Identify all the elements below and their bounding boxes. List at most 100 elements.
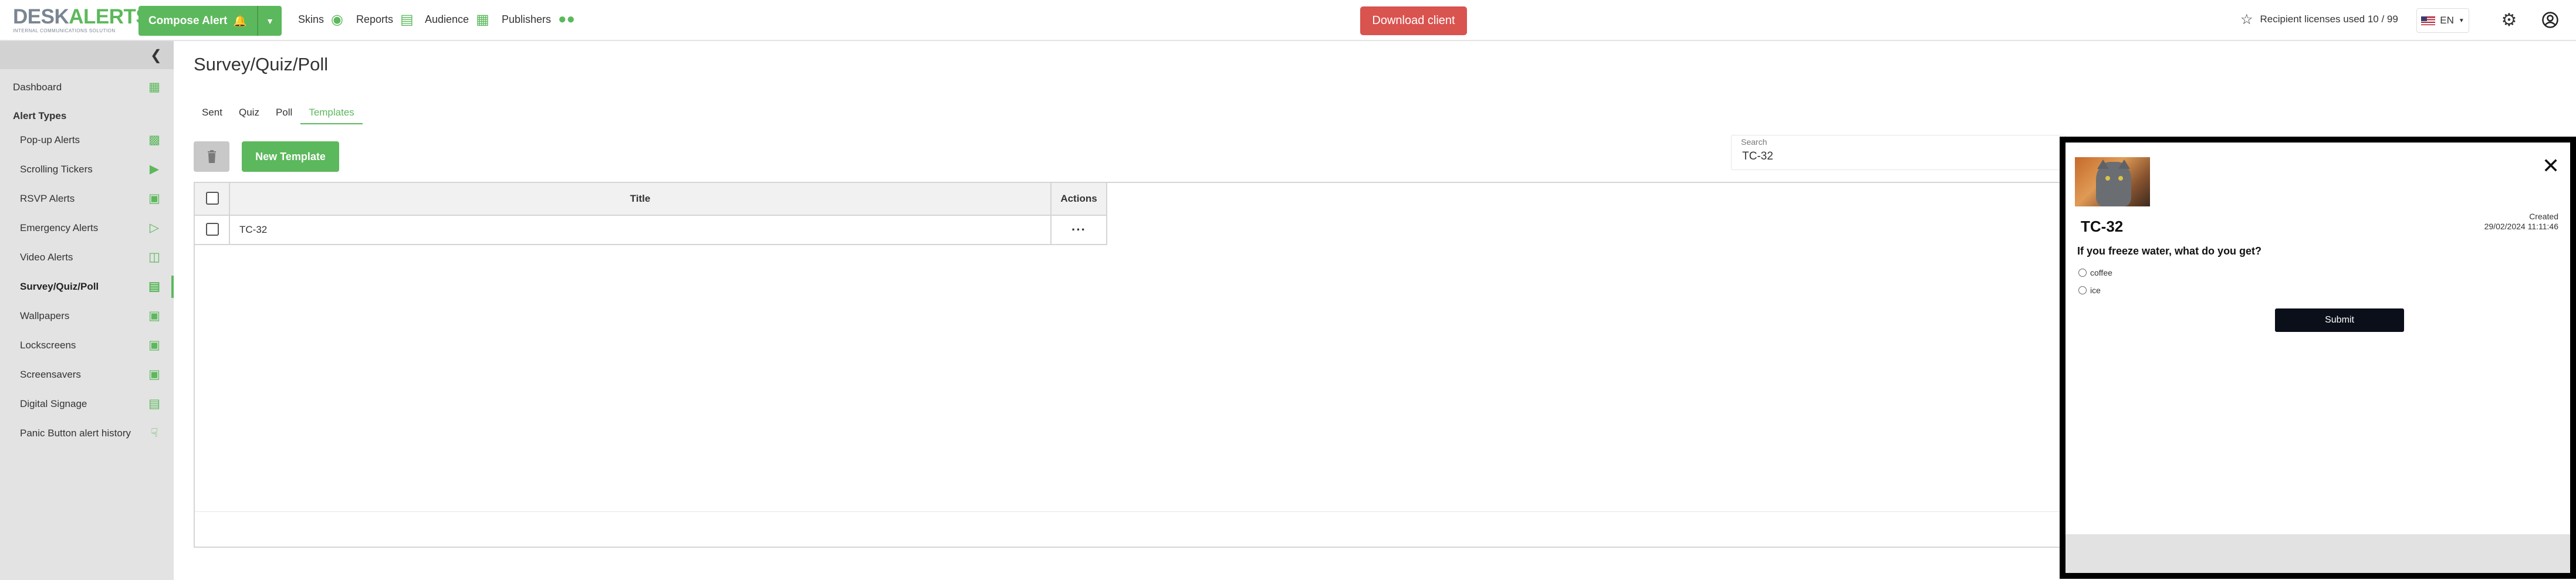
created-date: 29/02/2024 11:11:46 (2484, 222, 2558, 231)
option-ice[interactable]: ice (2078, 286, 2101, 295)
trash-icon (207, 150, 216, 163)
preview-title: TC-32 (2081, 218, 2124, 235)
sidebar-item-video-alerts[interactable]: Video Alerts ◫ (0, 243, 174, 272)
nav-skins-label: Skins (298, 13, 324, 25)
compose-alert-label: Compose Alert (148, 14, 228, 27)
sidebar-item-label: Digital Signage (20, 398, 87, 409)
download-client-button[interactable]: Download client (1360, 6, 1467, 35)
row-actions-menu[interactable]: ··· (1052, 216, 1107, 244)
logo-word-alerts: ALERTS (69, 5, 150, 28)
row-title[interactable]: TC-32 (230, 216, 1052, 244)
sidebar-item-label: Dashboard (13, 82, 62, 93)
tab-sent[interactable]: Sent (194, 103, 231, 124)
compose-alert-button[interactable]: Compose Alert 🔔 ▼ (138, 6, 282, 36)
nav-skins[interactable]: Skins ◉ (298, 0, 343, 39)
row-checkbox[interactable] (206, 223, 219, 236)
row-checkbox-cell (195, 216, 230, 244)
wallpaper-icon: ▣ (148, 309, 160, 323)
sidebar-item-panic-button-history[interactable]: Panic Button alert history ☟ (0, 419, 174, 448)
search-label: Search (1741, 137, 1767, 147)
gear-icon[interactable]: ⚙ (2499, 9, 2520, 30)
nav-audience[interactable]: Audience ▦ (425, 0, 489, 39)
sidebar-item-rsvp-alerts[interactable]: RSVP Alerts ▣ (0, 184, 174, 213)
sidebar-item-label: Scrolling Tickers (20, 164, 93, 175)
submit-label: Submit (2325, 315, 2354, 325)
ticker-icon: ▶ (149, 162, 160, 176)
chevron-down-icon: ▼ (2458, 17, 2465, 24)
radio-button[interactable] (2078, 269, 2087, 277)
people-icon: ●● (558, 11, 576, 27)
table-header: Title Actions (195, 183, 1107, 216)
more-dots-icon: ··· (1071, 222, 1086, 237)
compose-alert-main[interactable]: Compose Alert 🔔 (138, 6, 257, 36)
us-flag-icon (2421, 16, 2436, 25)
compose-dropdown-toggle[interactable]: ▼ (257, 6, 282, 36)
language-select[interactable]: EN ▼ (2416, 8, 2469, 33)
touch-icon: ☟ (150, 426, 158, 440)
header-checkbox-cell (195, 183, 230, 215)
logo[interactable]: DESKALERTS INTERNAL COMMUNICATIONS SOLUT… (13, 5, 150, 33)
sidebar-item-label: Video Alerts (20, 252, 73, 263)
search-input[interactable] (1741, 150, 2034, 164)
alert-preview-window: ✕ TC-32 Created 29/02/2024 11:11:46 If y… (2060, 137, 2576, 579)
sidebar-item-popup-alerts[interactable]: Pop-up Alerts ▩ (0, 126, 174, 155)
dashboard-icon: ▦ (148, 80, 160, 94)
sidebar-item-label: Panic Button alert history (20, 428, 131, 439)
sidebar-item-screensavers[interactable]: Screensavers ▣ (0, 360, 174, 389)
submit-button[interactable]: Submit (2275, 308, 2404, 332)
nav-reports[interactable]: Reports ▤ (356, 0, 414, 39)
nav-publishers-label: Publishers (502, 13, 552, 25)
sidebar-item-survey-quiz-poll[interactable]: Survey/Quiz/Poll ▤ (0, 272, 174, 301)
radio-button[interactable] (2078, 286, 2087, 294)
tab-poll[interactable]: Poll (268, 103, 300, 124)
new-template-button[interactable]: New Template (242, 141, 339, 172)
recipient-licenses: ☆ Recipient licenses used 10 / 99 (2240, 0, 2398, 39)
sidebar-item-label: RSVP Alerts (20, 193, 75, 204)
chevron-down-icon: ▼ (266, 16, 274, 26)
search-field[interactable]: Search (1731, 135, 2065, 170)
sidebar-section-alert-types: Alert Types (13, 110, 67, 121)
sidebar-item-digital-signage[interactable]: Digital Signage ▤ (0, 389, 174, 419)
sidebar-item-emergency-alerts[interactable]: Emergency Alerts ▷ (0, 213, 174, 243)
licenses-text: Recipient licenses used 10 / 99 (2260, 13, 2398, 25)
sidebar-item-label: Pop-up Alerts (20, 134, 80, 145)
sidebar-collapse-bar[interactable]: ❮ (0, 41, 174, 69)
survey-question: If you freeze water, what do you get? (2077, 245, 2262, 257)
sidebar-item-dashboard[interactable]: Dashboard ▦ (0, 73, 174, 102)
sidebar-item-label: Emergency Alerts (20, 222, 99, 233)
logo-tagline: INTERNAL COMMUNICATIONS SOLUTION (13, 28, 116, 33)
column-header-actions: Actions (1052, 183, 1107, 215)
sidebar-item-scrolling-tickers[interactable]: Scrolling Tickers ▶ (0, 155, 174, 184)
column-header-title[interactable]: Title (230, 183, 1052, 215)
templates-table: Title Actions TC-32 ··· (194, 182, 2065, 548)
chevron-left-icon[interactable]: ❮ (150, 47, 162, 64)
table-row[interactable]: TC-32 ··· (195, 216, 1107, 245)
sidebar-item-label: Screensavers (20, 369, 81, 380)
signage-icon: ▤ (148, 397, 160, 411)
page-title: Survey/Quiz/Poll (194, 54, 329, 74)
delete-button[interactable] (194, 141, 229, 172)
user-account-icon[interactable] (2540, 9, 2561, 30)
logo-word-desk: DESK (13, 5, 69, 28)
close-icon[interactable]: ✕ (2542, 155, 2560, 177)
sidebar-item-wallpapers[interactable]: Wallpapers ▣ (0, 301, 174, 331)
sidebar-item-label: Survey/Quiz/Poll (20, 281, 99, 292)
table-footer-divider (195, 511, 2064, 512)
star-icon: ☆ (2240, 11, 2253, 28)
preview-footer (2065, 534, 2570, 573)
tab-templates[interactable]: Templates (300, 103, 363, 124)
select-all-checkbox[interactable] (206, 192, 219, 205)
sidebar: ❮ Dashboard ▦ Alert Types Pop-up Alerts … (0, 41, 174, 580)
video-camera-icon: ◫ (148, 250, 160, 264)
option-label: coffee (2090, 268, 2112, 277)
option-coffee[interactable]: coffee (2078, 268, 2112, 277)
megaphone-icon: ▷ (149, 221, 160, 235)
sidebar-item-label: Lockscreens (20, 340, 76, 351)
screensaver-icon: ▣ (148, 368, 160, 381)
nav-audience-label: Audience (425, 13, 469, 25)
survey-icon: ▤ (148, 280, 160, 293)
nav-publishers[interactable]: Publishers ●● (502, 0, 575, 39)
sidebar-item-lockscreens[interactable]: Lockscreens ▣ (0, 331, 174, 360)
preview-created: Created 29/02/2024 11:11:46 (2484, 212, 2558, 232)
tab-quiz[interactable]: Quiz (231, 103, 268, 124)
